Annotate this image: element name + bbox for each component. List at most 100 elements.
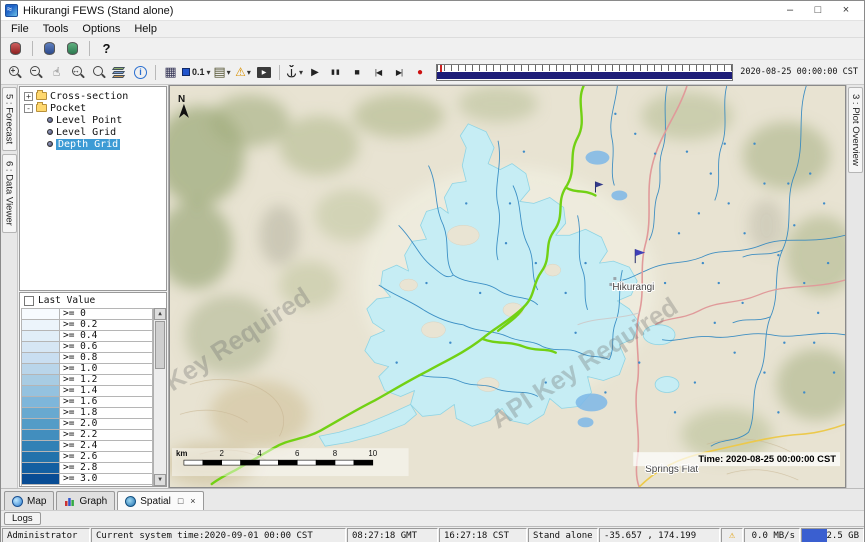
spatial-icon [125, 496, 136, 507]
bottom-tab-bar: Map Graph Spatial □ × [1, 488, 864, 510]
minimize-button[interactable]: – [776, 2, 804, 19]
record-icon [417, 67, 423, 78]
legend-swatch [22, 463, 60, 473]
panel-maximize-icon[interactable]: □ [178, 495, 183, 507]
skip-forward-icon [396, 68, 402, 77]
legend-label: >= 0 [60, 309, 152, 319]
svg-text:N: N [178, 94, 185, 105]
legend-label: >= 0.4 [60, 331, 152, 341]
scale-bar: km 2 4 6 8 10 [172, 448, 409, 476]
layers-button[interactable] [110, 63, 129, 82]
chart-icon [64, 496, 75, 507]
time-slider[interactable] [436, 64, 734, 81]
legend-label: >= 0.2 [60, 320, 152, 330]
memory-label: 2.5 GB [826, 531, 859, 541]
collapse-minus-icon[interactable] [24, 104, 33, 113]
toolbar-main: + − ↔ 0.1 2020-08-25 00 [1, 60, 864, 85]
menu-help[interactable]: Help [127, 22, 164, 36]
status-bar: Administrator Current system time:2020-0… [1, 526, 864, 542]
zoom-out-button[interactable]: − [26, 63, 45, 82]
help-button[interactable]: ? [97, 39, 116, 58]
step-back-button[interactable] [369, 63, 388, 82]
maximize-button[interactable]: □ [804, 2, 832, 19]
scroll-down-icon[interactable] [154, 474, 166, 486]
legend-label: >= 1.2 [60, 375, 152, 385]
toolbar-separator [89, 41, 90, 56]
legend-swatch [22, 309, 60, 319]
app-window: Hikurangi FEWS (Stand alone) – □ × File … [0, 0, 865, 542]
menu-tools[interactable]: Tools [36, 22, 76, 36]
expand-plus-icon[interactable] [24, 92, 33, 101]
tree-node-label: Cross-section [50, 91, 128, 102]
legend-panel: Last Value >= 0 >= 0.2 >= 0.4 >= 0.6 >= … [19, 292, 167, 487]
tree-node-pocket[interactable]: Pocket [20, 102, 166, 114]
anchor-icon [285, 65, 298, 79]
zoom-region-button[interactable] [89, 63, 108, 82]
menu-file[interactable]: File [4, 22, 36, 36]
zoom-in-button[interactable]: + [5, 63, 24, 82]
svg-text:6: 6 [295, 449, 300, 458]
legend-swatch [22, 419, 60, 429]
legend-swatch [22, 375, 60, 385]
pan-button[interactable] [47, 63, 66, 82]
scroll-up-icon[interactable] [154, 308, 166, 320]
tab-graph[interactable]: Graph [56, 491, 115, 510]
window-title: Hikurangi FEWS (Stand alone) [23, 5, 173, 17]
info-button[interactable] [131, 63, 150, 82]
legend-label: >= 2.4 [60, 441, 152, 451]
play-icon [311, 67, 319, 78]
status-warning-icon[interactable] [721, 528, 743, 542]
status-transfer-rate: 0.0 MB/s [744, 528, 800, 542]
tab-data-viewer[interactable]: 6 : Data Viewer [2, 154, 17, 233]
scrollbar-thumb[interactable] [155, 321, 165, 369]
tab-map[interactable]: Map [4, 491, 54, 510]
database-green-icon [67, 42, 78, 55]
tree-leaf-depth-grid[interactable]: Depth Grid [20, 138, 166, 150]
tree-leaf-level-point[interactable]: Level Point [20, 114, 166, 126]
legend-swatch [22, 408, 60, 418]
close-button[interactable]: × [832, 2, 860, 19]
tab-spatial-label: Spatial [140, 496, 171, 507]
tree-leaf-level-grid[interactable]: Level Grid [20, 126, 166, 138]
chevron-down-icon [227, 68, 231, 77]
open-database-button[interactable] [6, 39, 25, 58]
folder-icon [36, 104, 47, 112]
tab-graph-label: Graph [79, 496, 107, 507]
layers-panel: Cross-section Pocket Level Point Level G… [18, 85, 169, 488]
menu-bar: File Tools Options Help [1, 21, 864, 38]
current-timestep-label: 2020-08-25 00:00:00 CST [740, 67, 860, 77]
step-forward-button[interactable] [390, 63, 409, 82]
animation-export-button[interactable] [255, 63, 274, 82]
map-canvas[interactable]: Hikurangi Springs Flat API Key Required … [169, 85, 846, 488]
export-data-button[interactable] [63, 39, 82, 58]
import-data-button[interactable] [40, 39, 59, 58]
legend-style-dropdown[interactable] [213, 63, 232, 82]
tab-forecast[interactable]: 5 : Forecast [2, 87, 17, 151]
play-button[interactable] [306, 63, 325, 82]
grid-display-button[interactable] [161, 63, 180, 82]
profile-tool-dropdown[interactable] [285, 63, 304, 82]
pause-button[interactable] [327, 63, 346, 82]
record-button[interactable] [411, 63, 430, 82]
class-interval-dropdown[interactable]: 0.1 [182, 63, 211, 82]
last-value-checkbox[interactable] [24, 296, 34, 306]
tab-spatial[interactable]: Spatial □ × [117, 491, 203, 510]
thresholds-dropdown[interactable] [234, 63, 253, 82]
tab-plot-overview[interactable]: 3 : Plot Overview [848, 87, 863, 173]
legend-swatch [22, 452, 60, 462]
logs-button[interactable]: Logs [4, 512, 41, 525]
layer-bullet-icon [47, 141, 53, 147]
legend-scrollbar[interactable] [153, 308, 166, 486]
layers-icon [112, 66, 127, 79]
tree-leaf-label: Level Point [56, 115, 122, 126]
legend-label: >= 1.8 [60, 408, 152, 418]
map-art: Hikurangi Springs Flat API Key Required … [170, 86, 845, 487]
panel-close-icon[interactable]: × [190, 495, 195, 507]
tree-node-cross-section[interactable]: Cross-section [20, 90, 166, 102]
memory-usage-bar [802, 529, 827, 542]
left-tab-strip: 5 : Forecast 6 : Data Viewer [1, 85, 18, 488]
zoom-extent-button[interactable]: ↔ [68, 63, 87, 82]
stop-button[interactable] [348, 63, 367, 82]
menu-options[interactable]: Options [75, 22, 127, 36]
legend-label: >= 2.8 [60, 463, 152, 473]
